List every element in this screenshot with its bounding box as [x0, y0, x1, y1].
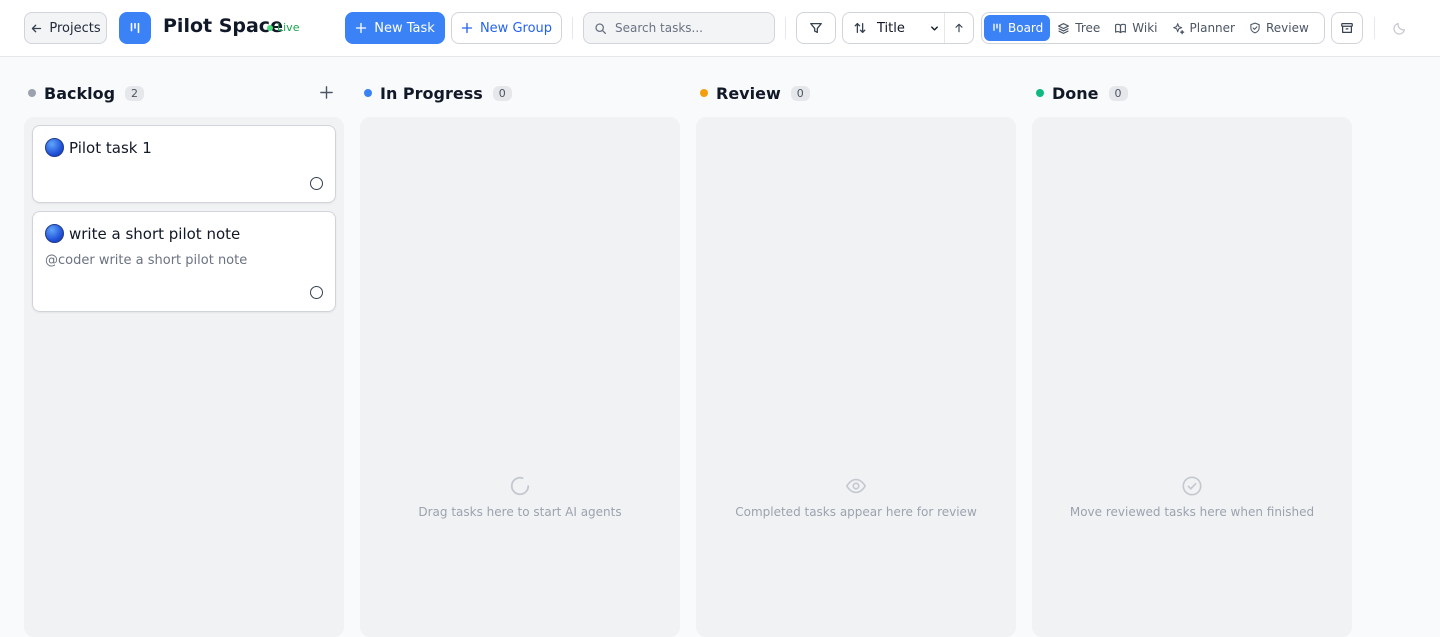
chevron-down-icon: [929, 23, 940, 34]
arrow-up-icon: [953, 22, 965, 34]
add-backlog-task-button[interactable]: [319, 85, 334, 104]
top-bar: Projects Pilot Space Live New Task New G…: [0, 0, 1440, 57]
new-task-button[interactable]: New Task: [345, 12, 445, 44]
plus-icon: [355, 22, 367, 34]
new-group-label: New Group: [479, 20, 553, 36]
view-board-tab[interactable]: Board: [984, 15, 1051, 41]
view-planner-label: Planner: [1189, 21, 1235, 35]
task-card-description: @coder write a short pilot note: [45, 253, 248, 268]
empty-state-text: Move reviewed tasks here when finished: [1069, 505, 1315, 519]
empty-state-text: Completed tasks appear here for review: [735, 505, 977, 519]
sort-field-value: Title: [877, 20, 905, 36]
column-title: Done: [1052, 83, 1099, 103]
loader-icon: [509, 475, 531, 497]
back-to-projects-button[interactable]: Projects: [24, 12, 107, 44]
moon-icon: [1393, 21, 1407, 35]
arrow-left-icon: [30, 22, 43, 35]
column-header-in-progress: In Progress 0: [364, 82, 512, 104]
check-circle-icon: [1181, 475, 1203, 497]
task-card-title: Pilot task 1: [45, 138, 152, 157]
globe-icon: [45, 138, 64, 157]
plus-icon: [461, 22, 473, 34]
sort-control: Title: [842, 12, 974, 44]
column-count-badge: 0: [1108, 85, 1128, 101]
globe-icon: [45, 224, 64, 243]
board-icon: [128, 21, 142, 35]
view-board-label: Board: [1008, 21, 1044, 35]
empty-state: Move reviewed tasks here when finished: [1032, 475, 1352, 519]
back-button-label: Projects: [49, 20, 101, 36]
shield-check-icon: [1249, 22, 1261, 34]
column-title: In Progress: [380, 83, 483, 103]
column-count-badge: 2: [125, 85, 145, 101]
task-title-text: Pilot task 1: [69, 138, 152, 157]
layers-icon: [1057, 22, 1070, 35]
column-header-review: Review 0: [700, 82, 810, 104]
view-wiki-label: Wiki: [1132, 21, 1158, 35]
sort-arrows-icon: [853, 21, 867, 35]
filter-button[interactable]: [796, 12, 836, 44]
task-status-circle-icon[interactable]: [310, 286, 323, 299]
done-status-dot: [1036, 89, 1044, 97]
archive-icon: [1340, 21, 1354, 35]
column-header-backlog: Backlog 2: [28, 82, 145, 104]
plus-icon: [319, 85, 334, 100]
archive-button[interactable]: [1331, 12, 1363, 44]
in-progress-column[interactable]: Drag tasks here to start AI agents: [360, 117, 680, 637]
empty-state: Drag tasks here to start AI agents: [360, 475, 680, 519]
task-title-text: write a short pilot note: [69, 224, 241, 243]
view-wiki-tab[interactable]: Wiki: [1107, 15, 1164, 41]
search-input[interactable]: [615, 21, 765, 35]
view-switcher: Board Tree Wiki Planner Review: [981, 12, 1325, 44]
theme-toggle-button[interactable]: [1388, 16, 1412, 40]
task-card-title: write a short pilot note: [45, 224, 240, 243]
live-status-text: Live: [277, 21, 300, 34]
column-title: Review: [716, 83, 781, 103]
empty-state: Completed tasks appear here for review: [696, 475, 1016, 519]
review-column[interactable]: Completed tasks appear here for review: [696, 117, 1016, 637]
empty-state-text: Drag tasks here to start AI agents: [418, 505, 622, 519]
done-column[interactable]: Move reviewed tasks here when finished: [1032, 117, 1352, 637]
live-status-badge: Live: [267, 21, 299, 34]
column-count-badge: 0: [492, 85, 512, 101]
toolbar-divider: [1374, 17, 1375, 39]
new-group-button[interactable]: New Group: [451, 12, 562, 44]
book-icon: [1114, 22, 1127, 35]
app-logo: [119, 12, 151, 44]
page-title: Pilot Space: [163, 15, 283, 37]
task-card[interactable]: write a short pilot note @coder write a …: [32, 211, 336, 312]
task-card[interactable]: Pilot task 1: [32, 125, 336, 203]
task-status-circle-icon[interactable]: [310, 177, 323, 190]
eye-icon: [844, 475, 868, 497]
column-header-done: Done 0: [1036, 82, 1128, 104]
view-tree-tab[interactable]: Tree: [1050, 15, 1107, 41]
search-icon: [594, 22, 607, 35]
view-planner-tab[interactable]: Planner: [1165, 15, 1242, 41]
view-review-label: Review: [1265, 21, 1309, 35]
column-title: Backlog: [44, 83, 116, 103]
live-dot-icon: [267, 24, 273, 31]
in-progress-status-dot: [364, 89, 372, 97]
view-review-tab[interactable]: Review: [1242, 15, 1316, 41]
review-status-dot: [700, 89, 708, 97]
backlog-status-dot: [28, 89, 36, 97]
view-tree-label: Tree: [1075, 21, 1101, 35]
column-count-badge: 0: [790, 85, 810, 101]
toolbar-divider: [572, 17, 573, 39]
backlog-column[interactable]: Pilot task 1 write a short pilot note @c…: [24, 117, 344, 637]
filter-icon: [809, 21, 823, 35]
sort-field-select[interactable]: Title: [843, 13, 946, 43]
board-icon: [991, 22, 1003, 34]
sort-direction-button[interactable]: [945, 22, 973, 34]
toolbar-divider: [785, 17, 786, 39]
new-task-label: New Task: [374, 20, 435, 36]
search-box: [583, 12, 775, 44]
sparkles-icon: [1172, 22, 1185, 35]
